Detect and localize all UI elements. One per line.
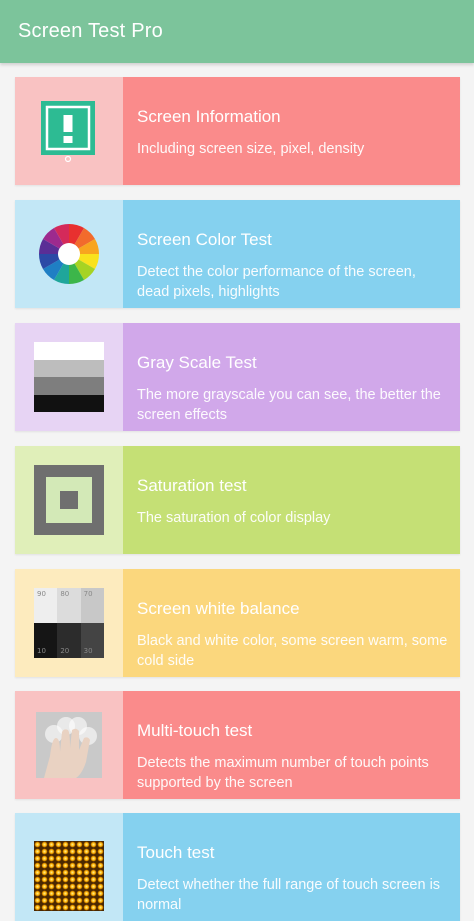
card-thumb (15, 813, 123, 921)
card-thumb (15, 200, 123, 308)
card-description: Detect whether the full range of touch s… (137, 877, 441, 913)
swatch-label: 30 (80, 623, 104, 658)
card-title: Screen white balance (137, 599, 300, 618)
card-body: Screen Information Including screen size… (123, 77, 460, 185)
swatch-label: 70 (80, 588, 104, 623)
color-wheel-icon (39, 224, 99, 284)
info-icon (41, 101, 95, 163)
card-body: Screen white balance Black and white col… (123, 569, 460, 677)
menu-card-screen-white-balance[interactable]: 90 80 70 10 20 30 Screen white balance B… (15, 569, 460, 677)
card-thumb: 90 80 70 10 20 30 (15, 569, 123, 677)
menu-card-gray-scale-test[interactable]: Gray Scale Test The more grayscale you c… (15, 323, 460, 431)
card-description: The saturation of color display (137, 510, 331, 526)
card-title: Screen Color Test (137, 230, 272, 249)
app-bar: Screen Test Pro (0, 0, 474, 63)
card-thumb (15, 77, 123, 185)
menu-card-multi-touch-test[interactable]: Multi-touch test Detects the maximum num… (15, 691, 460, 799)
swatch-label: 20 (57, 623, 81, 658)
card-body: Multi-touch test Detects the maximum num… (123, 691, 460, 799)
card-thumb (15, 446, 123, 554)
menu-card-screen-information[interactable]: Screen Information Including screen size… (15, 77, 460, 185)
swatch-label: 10 (34, 623, 58, 658)
card-title: Multi-touch test (137, 721, 253, 740)
card-thumb (15, 691, 123, 799)
menu-card-saturation-test[interactable]: Saturation test The saturation of color … (15, 446, 460, 554)
swatch-label: 90 (34, 588, 58, 623)
card-title: Gray Scale Test (137, 353, 257, 372)
card-description: Detect the color performance of the scre… (137, 264, 416, 300)
card-title: Saturation test (137, 476, 247, 495)
white-balance-icon: 90 80 70 10 20 30 (34, 588, 104, 658)
hand-icon (36, 712, 102, 778)
saturation-icon (34, 465, 104, 535)
card-title: Screen Information (137, 107, 281, 126)
card-description: Including screen size, pixel, density (137, 141, 365, 157)
card-description: Detects the maximum number of touch poin… (137, 755, 429, 791)
grayscale-icon (34, 342, 104, 412)
card-body: Screen Color Test Detect the color perfo… (123, 200, 460, 308)
card-description: The more grayscale you can see, the bett… (137, 387, 441, 423)
app-title: Screen Test Pro (18, 20, 163, 42)
card-thumb (15, 323, 123, 431)
menu-card-screen-color-test[interactable]: Screen Color Test Detect the color perfo… (15, 200, 460, 308)
card-description: Black and white color, some screen warm,… (137, 633, 448, 669)
card-title: Touch test (137, 843, 215, 862)
card-body: Touch test Detect whether the full range… (123, 813, 460, 921)
card-body: Gray Scale Test The more grayscale you c… (123, 323, 460, 431)
swatch-label: 80 (57, 588, 81, 623)
menu-card-touch-test[interactable]: Touch test Detect whether the full range… (15, 813, 460, 921)
card-body: Saturation test The saturation of color … (123, 446, 460, 554)
led-grid-icon (34, 841, 104, 911)
